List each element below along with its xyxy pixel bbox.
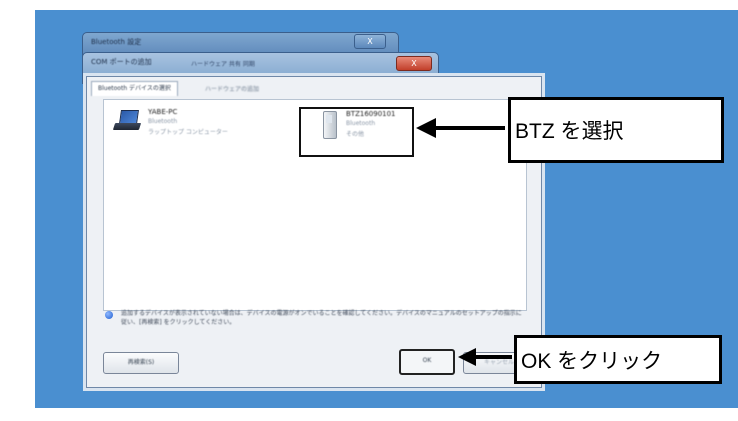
arrow-to-btz [416,118,505,138]
callout-click-ok: OK をクリック [514,335,722,384]
arrow-to-ok [458,348,512,366]
callout-select-btz: BTZ を選択 [508,97,724,163]
callout-text: OK をクリック [521,349,663,373]
callout-text: BTZ を選択 [515,120,624,143]
